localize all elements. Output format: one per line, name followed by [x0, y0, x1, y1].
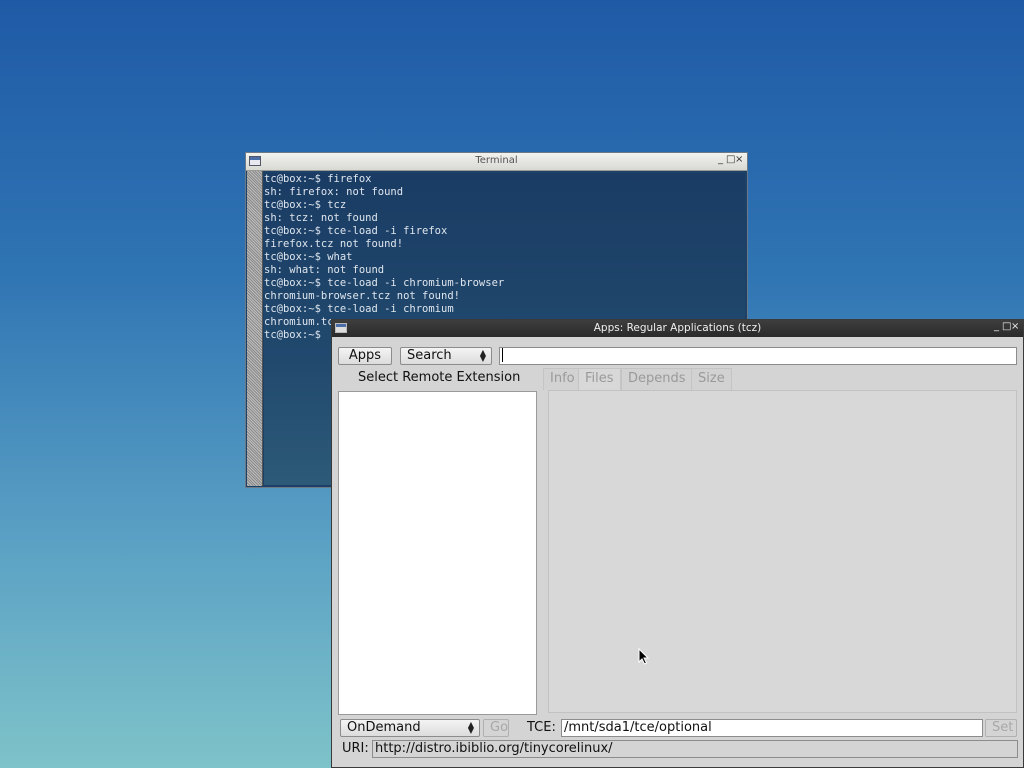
uri-field[interactable]: http://distro.ibiblio.org/tinycorelinux/ [372, 740, 1018, 758]
tab-size[interactable]: Size [691, 368, 732, 390]
terminal-line: tc@box:~$ tce-load -i chromium [264, 303, 454, 315]
window-controls: _□× [993, 321, 1020, 332]
maximize-icon[interactable]: □ [726, 154, 735, 165]
install-mode-value: OnDemand [347, 720, 421, 735]
minimize-icon[interactable]: _ [993, 321, 1002, 332]
extension-list[interactable] [338, 391, 537, 715]
terminal-title: Terminal [475, 155, 518, 166]
apps-menu-button[interactable]: Apps [338, 347, 392, 365]
terminal-scrollbar[interactable] [247, 171, 263, 486]
minimize-icon[interactable]: _ [717, 154, 726, 165]
close-icon[interactable]: × [735, 154, 744, 165]
tab-info[interactable]: Info [543, 368, 582, 390]
terminal-line: tc@box:~$ tcz [264, 199, 347, 211]
apps-title: Apps: Regular Applications (tcz) [593, 322, 762, 334]
terminal-line: tc@box:~$ tce-load -i chromium-browser [264, 277, 505, 289]
updown-arrow-icon: ▲ ▼ [467, 720, 475, 735]
tce-path-input[interactable]: /mnt/sda1/tce/optional [561, 719, 983, 737]
tab-depends[interactable]: Depends [621, 368, 693, 390]
terminal-line: firefox.tcz not found! [264, 238, 404, 250]
terminal-line: sh: tcz: not found [264, 212, 378, 224]
go-button[interactable]: Go [483, 719, 509, 737]
terminal-line: tc@box:~$ tce-load -i firefox [264, 225, 448, 237]
terminal-line: sh: firefox: not found [264, 186, 404, 198]
window-controls: _□× [717, 154, 744, 165]
text-cursor [502, 348, 503, 362]
search-input[interactable] [499, 347, 1017, 365]
terminal-line: sh: what: not found [264, 264, 385, 276]
terminal-line: tc@box:~$ firefox [264, 173, 372, 185]
mouse-pointer-icon [638, 648, 650, 665]
search-mode-value: Search [407, 348, 452, 363]
list-header: Select Remote Extension [358, 370, 521, 385]
set-button[interactable]: Set [985, 719, 1017, 737]
apps-window[interactable]: Apps: Regular Applications (tcz) _□× App… [331, 319, 1024, 768]
terminal-line: tc@box:~$ what [264, 251, 353, 263]
close-icon[interactable]: × [1011, 321, 1020, 332]
terminal-titlebar[interactable]: Terminal _□× [246, 153, 747, 171]
maximize-icon[interactable]: □ [1002, 321, 1011, 332]
tab-files[interactable]: Files [578, 368, 621, 390]
terminal-line: chromium-browser.tcz not found! [264, 290, 460, 302]
uri-label: URI: [342, 741, 369, 756]
updown-arrow-icon: ▲ ▼ [479, 348, 487, 363]
tce-label: TCE: [527, 720, 556, 735]
install-mode-select[interactable]: OnDemand ▲ ▼ [340, 719, 480, 737]
search-mode-select[interactable]: Search ▲ ▼ [400, 347, 492, 365]
details-panel [548, 390, 1017, 713]
apps-titlebar[interactable]: Apps: Regular Applications (tcz) _□× [332, 320, 1023, 337]
